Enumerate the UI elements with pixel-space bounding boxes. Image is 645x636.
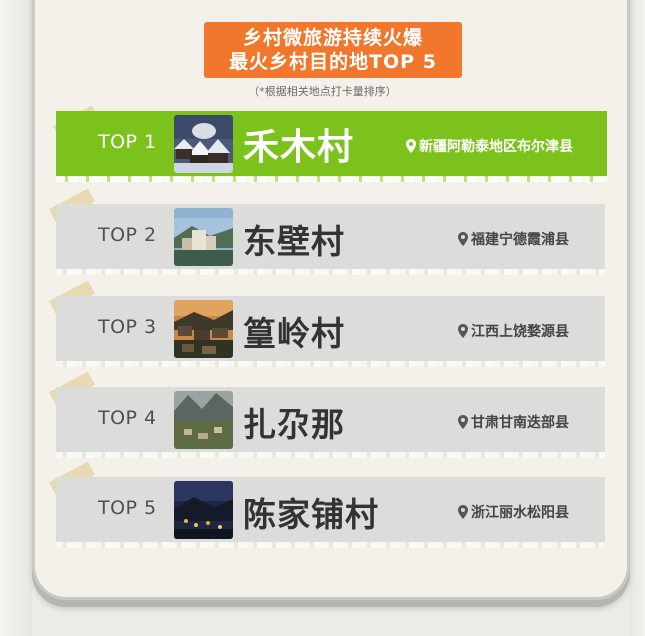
ranking-row[interactable]: TOP 1 禾木村 新疆阿勒泰地区布尔津县 [56,111,607,182]
village-thumbnail [174,391,233,449]
village-location: 甘肃甘南迭部县 [458,412,569,432]
ranking-row[interactable]: TOP 5 陈家铺村 浙江丽水松阳县 [56,477,605,548]
location-text: 新疆阿勒泰地区布尔津县 [419,139,573,155]
village-name: 扎尕那 [243,405,345,444]
location-text: 福建宁德霞浦县 [471,232,569,248]
location-text: 甘肃甘南迭部县 [471,415,569,431]
header-banner: 乡村微旅游持续火爆 最火乡村目的地TOP 5 [204,22,462,78]
village-name: 禾木村 [243,127,355,168]
ranking-row[interactable]: TOP 2 东壁村 福建宁德霞浦县 [56,204,605,275]
rank-label: TOP 3 [98,316,157,338]
header-title-line2: 最火乡村目的地TOP 5 [229,51,437,73]
location-text: 浙江丽水松阳县 [471,505,569,521]
village-thumbnail [174,208,233,266]
location-text: 江西上饶婺源县 [471,324,569,340]
village-thumbnail [174,300,233,358]
ranking-row[interactable]: TOP 4 扎尕那 甘肃甘南迭部县 [56,387,605,458]
torn-edge [56,269,605,275]
village-location: 福建宁德霞浦县 [458,229,569,249]
ranking-row[interactable]: TOP 3 篁岭村 江西上饶婺源县 [56,296,605,367]
village-name: 篁岭村 [243,314,345,353]
rank-label: TOP 1 [98,131,157,153]
village-name: 东壁村 [243,222,345,261]
rank-label: TOP 2 [98,224,157,246]
map-pin-icon [458,232,468,246]
header-title-line1: 乡村微旅游持续火爆 [242,27,423,49]
torn-edge [56,361,605,367]
village-thumbnail [174,115,233,173]
rank-label: TOP 4 [98,407,157,429]
map-pin-icon [458,505,468,519]
torn-edge [56,176,607,182]
map-pin-icon [458,415,468,429]
village-location: 浙江丽水松阳县 [458,502,569,522]
header-note: （*根据相关地点打卡量排序） [248,85,397,98]
village-thumbnail [174,481,233,539]
torn-edge [56,452,605,458]
rank-label: TOP 5 [98,497,157,519]
map-pin-icon [458,324,468,338]
torn-edge [56,542,605,548]
village-name: 陈家铺村 [243,495,379,534]
map-pin-icon [406,139,416,153]
village-location: 江西上饶婺源县 [458,321,569,341]
village-location: 新疆阿勒泰地区布尔津县 [406,136,573,156]
